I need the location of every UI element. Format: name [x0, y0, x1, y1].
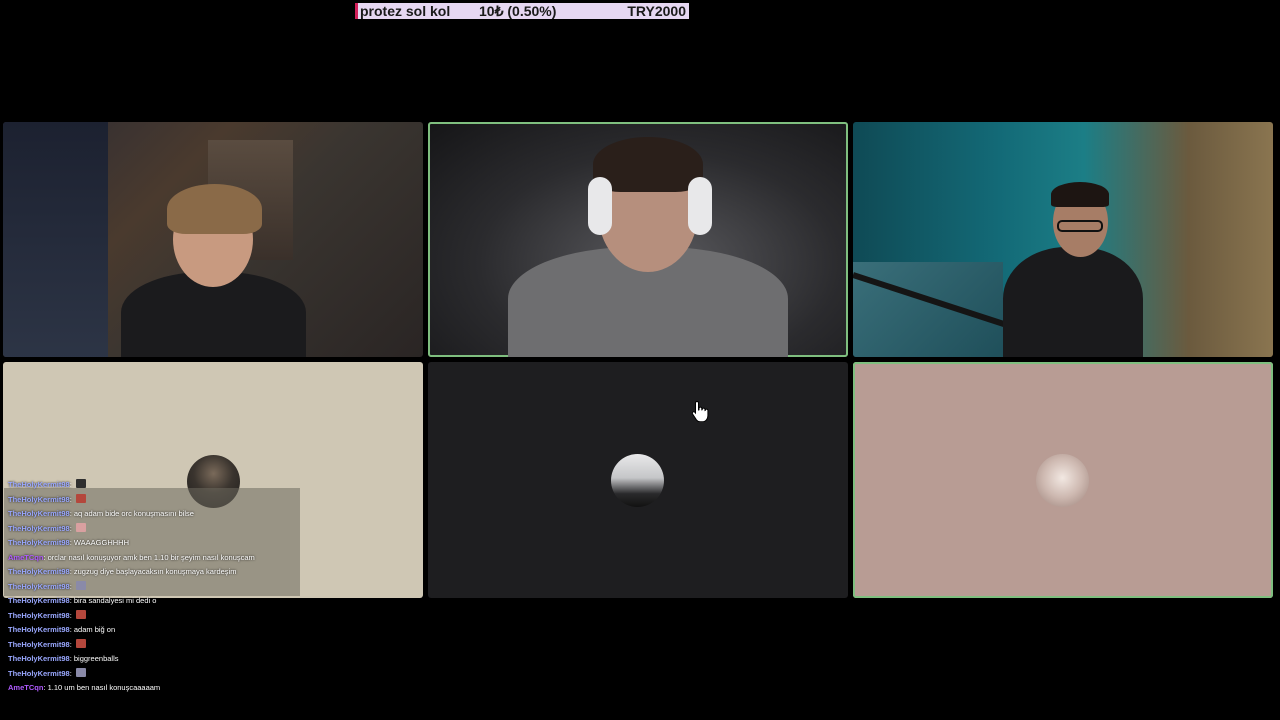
chat-username[interactable]: TheHolyKermit98	[8, 495, 70, 504]
chat-text: orclar nasıl konuşuyor amk ben 1.10 bir …	[47, 552, 255, 562]
dark-emote-icon	[75, 479, 86, 488]
chat-text: zugzug diye başlayacaksın konuşmaya kard…	[73, 567, 237, 576]
chat-text: bira sandalyesi mi dedi o	[73, 596, 157, 605]
chat-separator: :	[69, 668, 72, 678]
goal-item-name: protez sol kol	[360, 3, 451, 19]
chat-text: biggreenballs	[73, 654, 119, 663]
figure-emote-icon	[75, 580, 86, 590]
goal-progress-marker	[355, 3, 358, 19]
chat-username[interactable]: TheHolyKermit98	[8, 567, 70, 576]
chat-message: TheHolyKermit98: aq adam bide orc konuşm…	[8, 507, 408, 522]
participant-tile-6[interactable]	[853, 362, 1273, 598]
participant-tile-5[interactable]	[428, 362, 848, 598]
chat-username[interactable]: TheHolyKermit98	[8, 582, 70, 591]
red-emote-icon	[75, 638, 86, 648]
chat-separator: :	[69, 639, 72, 649]
glasses-icon	[1057, 220, 1103, 232]
chat-overlay: TheHolyKermit98: TheHolyKermit98: TheHol…	[8, 478, 408, 696]
chat-username[interactable]: TheHolyKermit98	[8, 640, 70, 649]
chat-message: AmeTCqn: orclar nasıl konuşuyor amk ben …	[8, 551, 408, 566]
chat-message: TheHolyKermit98:	[8, 580, 408, 595]
chat-username[interactable]: TheHolyKermit98	[8, 611, 70, 620]
chat-separator: :	[43, 552, 46, 562]
chat-message: TheHolyKermit98: bira sandalyesi mi dedi…	[8, 594, 408, 609]
headset-icon	[688, 177, 712, 235]
chat-username[interactable]: TheHolyKermit98	[8, 524, 70, 533]
figure-emote-icon	[75, 667, 86, 677]
chat-separator: :	[69, 480, 72, 489]
chat-separator: :	[43, 683, 46, 692]
participant-avatar[interactable]	[1036, 454, 1089, 507]
chat-username[interactable]: AmeTCqn	[8, 553, 43, 562]
chat-text: 1.10 um ben nasıl konuşcaaaaam	[47, 683, 161, 692]
goal-amount: 10₺ (0.50%)	[479, 3, 557, 19]
pink-emote-icon	[75, 522, 86, 532]
donation-goal-bar: protez sol kol 10₺ (0.50%) TRY2000	[355, 3, 689, 19]
chat-message: TheHolyKermit98: adam biğ on	[8, 623, 408, 638]
chat-text: aq adam bide orc konuşmasını bilse	[73, 509, 194, 518]
chat-separator: :	[69, 625, 72, 634]
chat-message: TheHolyKermit98: biggreenballs	[8, 652, 408, 667]
participant-body	[1003, 247, 1143, 357]
chat-message: TheHolyKermit98: zugzug diye başlayacaks…	[8, 565, 408, 580]
chat-username[interactable]: TheHolyKermit98	[8, 509, 70, 518]
background-bed	[853, 262, 1003, 357]
headset-icon	[588, 177, 612, 235]
chat-message: TheHolyKermit98:	[8, 522, 408, 537]
chat-message: TheHolyKermit98:	[8, 667, 408, 682]
chat-text: adam biğ on	[73, 625, 116, 634]
chat-text: WAAAGGHHHH	[73, 538, 130, 547]
chat-separator: :	[69, 596, 72, 605]
chat-username[interactable]: TheHolyKermit98	[8, 625, 70, 634]
chat-username[interactable]: AmeTCqn	[8, 683, 43, 692]
participant-tile-2[interactable]	[428, 122, 848, 357]
participant-hair	[167, 184, 262, 234]
participant-hair	[1051, 182, 1109, 207]
chat-username[interactable]: TheHolyKermit98	[8, 669, 70, 678]
background-window	[3, 122, 108, 357]
red-emote-icon	[75, 493, 86, 503]
chat-separator: :	[69, 538, 72, 547]
chat-separator: :	[69, 509, 72, 518]
participant-tile-1[interactable]	[3, 122, 423, 357]
chat-message: AmeTCqn: 1.10 um ben nasıl konuşcaaaaam	[8, 681, 408, 696]
goal-target: TRY2000	[627, 3, 686, 19]
chat-separator: :	[69, 523, 72, 533]
chat-message: TheHolyKermit98:	[8, 493, 408, 508]
chat-separator: :	[69, 494, 72, 504]
chat-username[interactable]: TheHolyKermit98	[8, 480, 70, 489]
chat-username[interactable]: TheHolyKermit98	[8, 654, 70, 663]
participant-tile-3[interactable]	[853, 122, 1273, 357]
chat-message: TheHolyKermit98:	[8, 478, 408, 493]
red-emote-icon	[75, 609, 86, 619]
participant-avatar[interactable]	[611, 454, 664, 507]
chat-username[interactable]: TheHolyKermit98	[8, 538, 70, 547]
chat-message: TheHolyKermit98:	[8, 638, 408, 653]
chat-separator: :	[69, 654, 72, 663]
hand-cursor-icon	[691, 400, 709, 422]
chat-message: TheHolyKermit98:	[8, 609, 408, 624]
chat-username[interactable]: TheHolyKermit98	[8, 596, 70, 605]
chat-message: TheHolyKermit98: WAAAGGHHHH	[8, 536, 408, 551]
chat-separator: :	[69, 610, 72, 620]
chat-separator: :	[69, 567, 72, 576]
chat-separator: :	[69, 581, 72, 591]
